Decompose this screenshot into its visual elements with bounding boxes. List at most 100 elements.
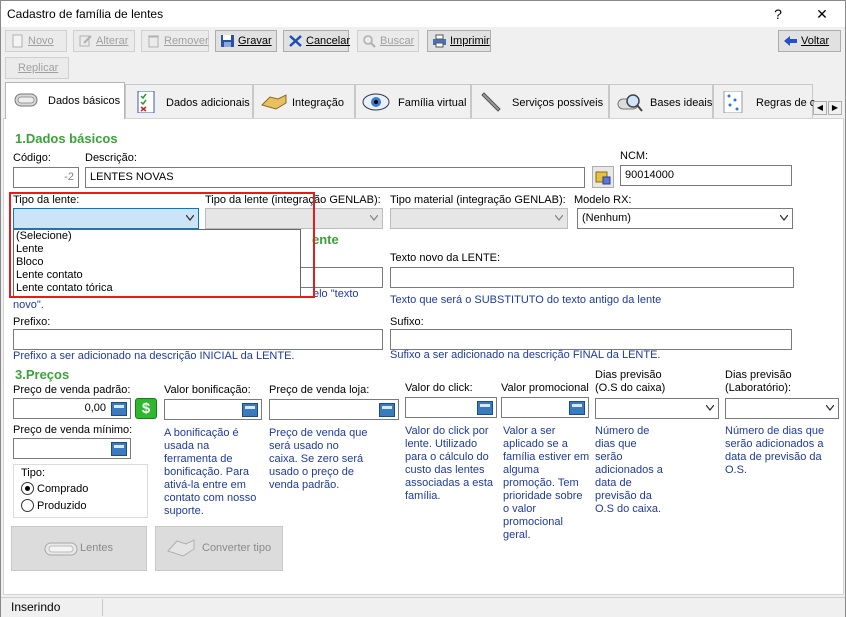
click-input[interactable] [405,397,497,418]
tab-integracao-label: Integração [292,97,344,109]
tab-servicos-possiveis[interactable]: Serviços possíveis [471,84,609,118]
dias-lab-select[interactable] [725,398,839,419]
section-precos-title: 3.Preços [15,367,70,382]
search-icon [363,35,376,48]
main-window: Cadastro de família de lentes ? ✕ Novo A… [0,0,846,617]
preco-venda-label: Preço de venda padrão: [13,384,131,396]
tipo-lente-select[interactable] [13,208,199,229]
converter-tipo-label: Converter tipo [202,542,272,554]
dropdown-option[interactable]: Lente contato [14,269,300,282]
tipo-genlab-select[interactable] [205,208,383,229]
calculator-icon[interactable] [477,401,493,415]
status-text: Inserindo [3,599,103,616]
remover-button[interactable]: Remover [141,30,209,52]
tab-scroll-right[interactable]: ▶ [828,101,842,115]
prefixo-input[interactable] [13,329,383,350]
handshake-icon [167,539,195,557]
cancelar-label: Cancelar [306,35,351,47]
sufixo-hint: Sufixo a ser adicionado na descrição FIN… [390,349,661,361]
wrench-icon [481,92,501,112]
voltar-button[interactable]: Voltar [778,30,841,52]
bonificacao-input[interactable] [164,399,262,420]
lookup-icon [595,171,611,185]
novo-button[interactable]: Novo [5,30,67,52]
chevron-down-icon [186,215,194,221]
alterar-button[interactable]: Alterar [73,30,135,52]
prefixo-hint: Prefixo a ser adicionado na descrição IN… [13,350,295,362]
promo-label: Valor promocional [501,382,589,394]
comprado-radio[interactable] [21,482,34,495]
chevron-down-icon [706,405,714,411]
edit-icon [79,35,92,47]
calculator-icon[interactable] [111,442,127,456]
tipo-genlab-label: Tipo da lente (integração GENLAB): [205,194,381,206]
tab-integracao[interactable]: Integração [253,84,355,118]
modelo-rx-value: (Nenhum) [582,212,631,224]
texto-antigo-hint-2: novo". [13,299,44,311]
lentes-label: Lentes [80,542,114,554]
imprimir-label: Imprimir [450,35,490,47]
texto-novo-input[interactable] [390,267,794,288]
calculator-icon[interactable] [379,403,395,417]
tab-dados-adicionais[interactable]: Dados adicionais [125,84,253,118]
promo-input[interactable] [501,397,589,418]
tipo-label: Tipo: [21,467,46,479]
dias-caixa-select[interactable] [595,398,719,419]
preco-venda-value: 0,00 [84,402,106,414]
dias-lab-hint: Número de dias que serão adicionados a dat… [725,425,825,476]
lookup-button[interactable] [592,166,614,188]
dias-lab-label-1: Dias previsão [725,369,792,381]
dropdown-option[interactable]: Bloco [14,256,300,269]
calculator-icon[interactable] [569,401,585,415]
tab-regras[interactable]: Regras de c [713,84,815,118]
cancelar-button[interactable]: Cancelar [283,30,351,52]
chevron-down-icon [780,215,788,221]
chevron-down-icon [826,405,834,411]
printer-icon [433,34,446,48]
preco-loja-input[interactable] [269,399,399,420]
ncm-input[interactable]: 90014000 [620,165,792,186]
texto-antigo-input-partial[interactable] [301,267,383,288]
codigo-input[interactable]: -2 [13,167,79,188]
gravar-button[interactable]: Gravar [215,30,277,52]
window-title: Cadastro de família de lentes [7,7,164,21]
preco-minimo-input[interactable] [13,438,131,459]
modelo-rx-select[interactable]: (Nenhum) [577,208,793,229]
calculator-icon[interactable] [111,402,127,416]
dropdown-option[interactable]: (Selecione) [14,230,300,243]
tab-scroll-left[interactable]: ◀ [813,101,827,115]
help-button[interactable]: ? [763,4,793,24]
dias-caixa-hint: Número de dias que serão adicionados a data … [595,425,663,515]
dollar-icon[interactable]: $ [135,398,157,419]
lentes-button[interactable]: Lentes [11,526,147,571]
imprimir-button[interactable]: Imprimir [427,30,491,52]
preco-minimo-label: Preço de venda mínimo: [13,424,133,436]
descricao-input[interactable]: LENTES NOVAS [85,167,585,188]
tab-bases-ideais[interactable]: Bases ideais [609,84,713,118]
tab-familia-virtual[interactable]: Família virtual [355,84,471,118]
arrow-left-icon [784,36,797,46]
tipo-material-select[interactable] [390,208,568,229]
tab-dados-basicos[interactable]: Dados básicos [5,82,125,119]
produzido-radio[interactable] [21,499,34,512]
preco-loja-label: Preço de venda loja: [269,384,370,396]
cancel-x-icon [289,35,302,47]
dias-caixa-label-1: Dias previsão [595,369,662,381]
close-button[interactable]: ✕ [807,4,837,24]
preco-venda-input[interactable]: 0,00 [13,398,131,419]
tab-servicos-possiveis-label: Serviços possíveis [512,97,604,109]
converter-tipo-button[interactable]: Converter tipo [155,526,283,571]
texto-novo-hint: Texto que será o SUBSTITUTO do texto ant… [390,294,662,306]
chevron-down-icon [370,215,378,221]
buscar-button[interactable]: Buscar [357,30,419,52]
status-bar: Inserindo [1,597,845,617]
novo-label: Novo [28,35,54,47]
sufixo-label: Sufixo: [390,316,424,328]
replicar-button[interactable]: Replicar [5,57,69,79]
section-2-title-partial: ente [312,232,339,247]
calculator-icon[interactable] [242,403,258,417]
dias-lab-label-2: (Laboratório): [725,382,792,394]
dropdown-option[interactable]: Lente contato tórica [14,282,300,295]
dropdown-option[interactable]: Lente [14,243,300,256]
sufixo-input[interactable] [390,329,792,350]
